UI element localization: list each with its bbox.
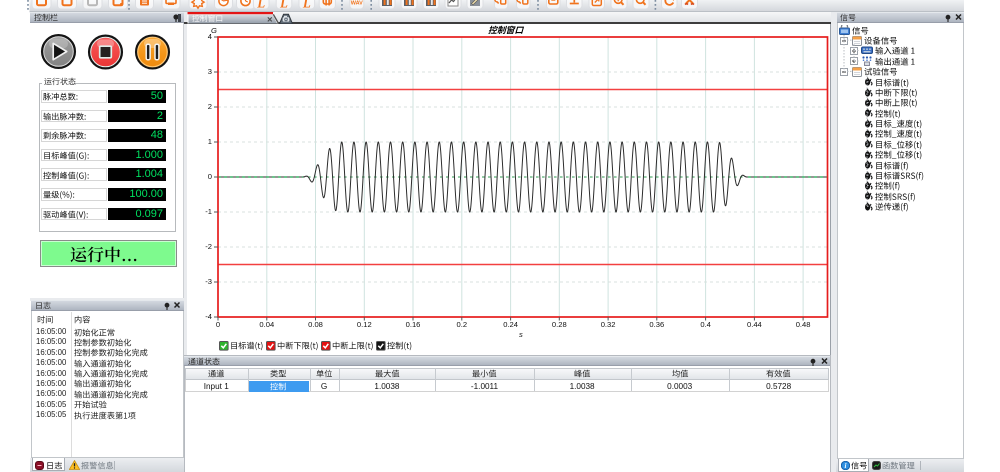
svg-text:L: L	[279, 0, 288, 11]
svg-text:i: i	[844, 462, 846, 470]
svg-text:WAV: WAV	[351, 1, 363, 7]
svg-text:L: L	[302, 0, 311, 11]
svg-text:L: L	[256, 0, 265, 11]
